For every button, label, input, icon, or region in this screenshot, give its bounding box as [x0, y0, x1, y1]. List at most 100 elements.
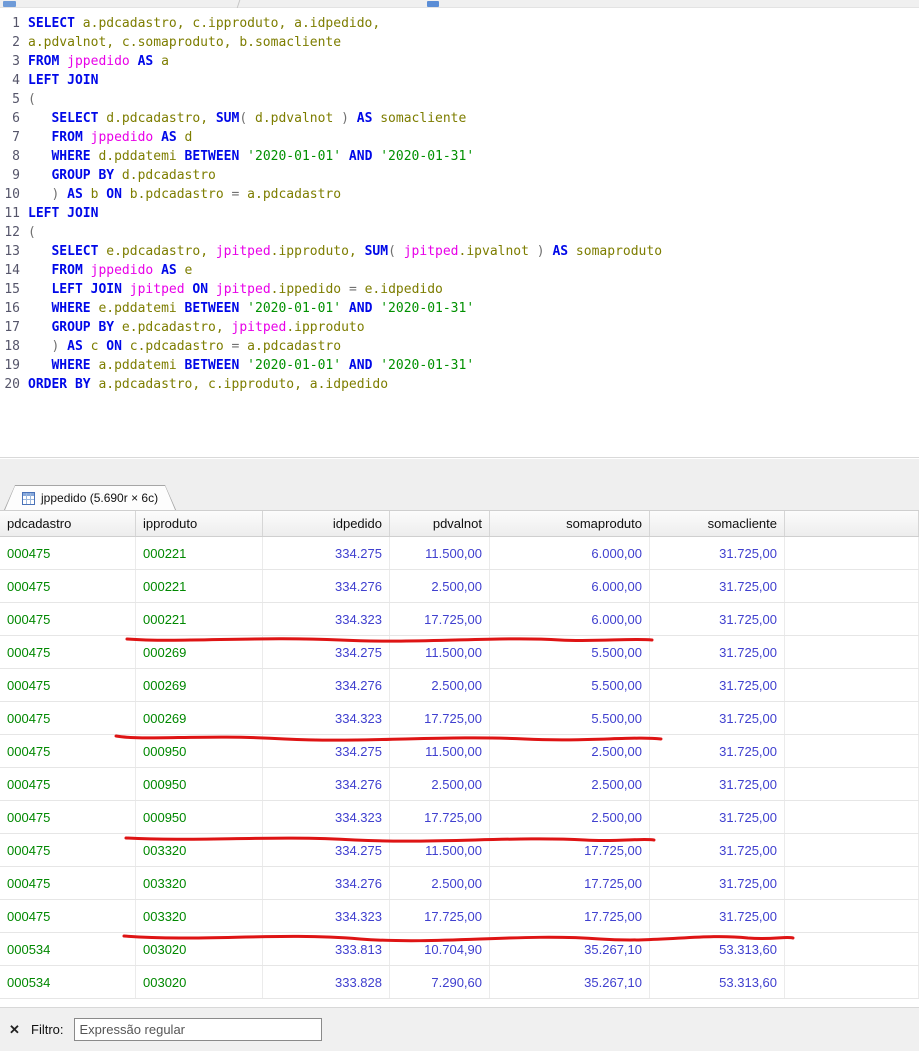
table-row[interactable]: 000475000221334.32317.725,006.000,0031.7… — [0, 603, 919, 636]
table-cell[interactable]: 31.725,00 — [650, 900, 785, 932]
table-row[interactable]: 000475000269334.32317.725,005.500,0031.7… — [0, 702, 919, 735]
table-cell[interactable]: 53.313,60 — [650, 933, 785, 965]
table-cell[interactable]: 17.725,00 — [490, 834, 650, 866]
table-cell[interactable]: 000475 — [0, 735, 136, 767]
table-cell[interactable]: 000950 — [136, 801, 263, 833]
table-row[interactable]: 000475003320334.27511.500,0017.725,0031.… — [0, 834, 919, 867]
table-cell[interactable]: 003020 — [136, 966, 263, 998]
column-header[interactable]: pdcadastro — [0, 511, 136, 536]
table-cell[interactable]: 000475 — [0, 603, 136, 635]
table-cell[interactable]: 2.500,00 — [390, 867, 490, 899]
table-cell[interactable]: 334.276 — [263, 768, 390, 800]
table-cell[interactable]: 6.000,00 — [490, 537, 650, 569]
code-line[interactable]: 15 LEFT JOIN jpitped ON jpitped.ippedido… — [0, 280, 919, 299]
column-header[interactable]: pdvalnot — [390, 511, 490, 536]
table-cell[interactable]: 17.725,00 — [490, 900, 650, 932]
table-row[interactable]: 000475000269334.2762.500,005.500,0031.72… — [0, 669, 919, 702]
table-cell[interactable]: 10.704,90 — [390, 933, 490, 965]
table-cell[interactable]: 31.725,00 — [650, 537, 785, 569]
table-cell[interactable]: 17.725,00 — [390, 603, 490, 635]
table-cell[interactable]: 31.725,00 — [650, 636, 785, 668]
table-row[interactable]: 000475000221334.2762.500,006.000,0031.72… — [0, 570, 919, 603]
table-cell[interactable]: 7.290,60 — [390, 966, 490, 998]
table-cell[interactable]: 31.725,00 — [650, 735, 785, 767]
table-cell[interactable]: 000269 — [136, 702, 263, 734]
table-cell[interactable]: 334.323 — [263, 702, 390, 734]
table-cell[interactable]: 5.500,00 — [490, 702, 650, 734]
column-header[interactable]: idpedido — [263, 511, 390, 536]
code-line[interactable]: 14 FROM jppedido AS e — [0, 261, 919, 280]
table-cell[interactable]: 000475 — [0, 570, 136, 602]
table-row[interactable]: 000475000950334.32317.725,002.500,0031.7… — [0, 801, 919, 834]
table-cell[interactable]: 31.725,00 — [650, 669, 785, 701]
table-row[interactable]: 000475000950334.27511.500,002.500,0031.7… — [0, 735, 919, 768]
table-cell[interactable]: 31.725,00 — [650, 834, 785, 866]
code-line[interactable]: 10 ) AS b ON b.pdcadastro = a.pdcadastro — [0, 185, 919, 204]
code-line[interactable]: 3FROM jppedido AS a — [0, 52, 919, 71]
table-cell[interactable]: 6.000,00 — [490, 603, 650, 635]
table-cell[interactable]: 334.276 — [263, 867, 390, 899]
table-cell[interactable]: 000475 — [0, 636, 136, 668]
code-line[interactable]: 16 WHERE e.pddatemi BETWEEN '2020-01-01'… — [0, 299, 919, 318]
table-cell[interactable]: 000950 — [136, 768, 263, 800]
sql-editor[interactable]: 1SELECT a.pdcadastro, c.ipproduto, a.idp… — [0, 8, 919, 458]
table-cell[interactable]: 31.725,00 — [650, 702, 785, 734]
table-cell[interactable]: 333.813 — [263, 933, 390, 965]
table-cell[interactable]: 000534 — [0, 966, 136, 998]
code-line[interactable]: 18 ) AS c ON c.pdcadastro = a.pdcadastro — [0, 337, 919, 356]
table-cell[interactable]: 334.275 — [263, 537, 390, 569]
table-cell[interactable]: 000475 — [0, 669, 136, 701]
table-row[interactable]: 000534003020333.8287.290,6035.267,1053.3… — [0, 966, 919, 999]
code-line[interactable]: 5( — [0, 90, 919, 109]
table-cell[interactable]: 334.275 — [263, 636, 390, 668]
table-cell[interactable]: 31.725,00 — [650, 768, 785, 800]
code-line[interactable]: 4LEFT JOIN — [0, 71, 919, 90]
filter-input[interactable] — [74, 1018, 322, 1041]
table-cell[interactable]: 17.725,00 — [390, 702, 490, 734]
code-line[interactable]: 1SELECT a.pdcadastro, c.ipproduto, a.idp… — [0, 14, 919, 33]
code-line[interactable]: 20ORDER BY a.pdcadastro, c.ipproduto, a.… — [0, 375, 919, 394]
table-cell[interactable]: 334.275 — [263, 834, 390, 866]
code-line[interactable]: 19 WHERE a.pddatemi BETWEEN '2020-01-01'… — [0, 356, 919, 375]
table-cell[interactable]: 000475 — [0, 834, 136, 866]
table-cell[interactable]: 31.725,00 — [650, 801, 785, 833]
table-cell[interactable]: 000269 — [136, 636, 263, 668]
table-cell[interactable]: 334.275 — [263, 735, 390, 767]
table-cell[interactable]: 2.500,00 — [490, 768, 650, 800]
results-tab[interactable]: jppedido (5.690r × 6c) — [4, 485, 176, 510]
table-cell[interactable]: 17.725,00 — [390, 900, 490, 932]
table-cell[interactable]: 334.323 — [263, 900, 390, 932]
table-row[interactable]: 000475003320334.2762.500,0017.725,0031.7… — [0, 867, 919, 900]
table-cell[interactable]: 2.500,00 — [390, 669, 490, 701]
code-line[interactable]: 6 SELECT d.pdcadastro, SUM( d.pdvalnot )… — [0, 109, 919, 128]
table-cell[interactable]: 334.276 — [263, 570, 390, 602]
table-cell[interactable]: 000221 — [136, 537, 263, 569]
code-line[interactable]: 17 GROUP BY e.pdcadastro, jpitped.ipprod… — [0, 318, 919, 337]
code-line[interactable]: 8 WHERE d.pddatemi BETWEEN '2020-01-01' … — [0, 147, 919, 166]
table-cell[interactable]: 17.725,00 — [490, 867, 650, 899]
table-row[interactable]: 000475003320334.32317.725,0017.725,0031.… — [0, 900, 919, 933]
table-cell[interactable]: 2.500,00 — [390, 768, 490, 800]
table-cell[interactable]: 31.725,00 — [650, 603, 785, 635]
table-cell[interactable]: 000221 — [136, 570, 263, 602]
code-line[interactable]: 9 GROUP BY d.pdcadastro — [0, 166, 919, 185]
table-row[interactable]: 000534003020333.81310.704,9035.267,1053.… — [0, 933, 919, 966]
table-cell[interactable]: 2.500,00 — [390, 570, 490, 602]
table-cell[interactable]: 333.828 — [263, 966, 390, 998]
table-cell[interactable]: 003320 — [136, 867, 263, 899]
code-line[interactable]: 11LEFT JOIN — [0, 204, 919, 223]
table-cell[interactable]: 5.500,00 — [490, 636, 650, 668]
table-cell[interactable]: 35.267,10 — [490, 966, 650, 998]
table-row[interactable]: 000475000950334.2762.500,002.500,0031.72… — [0, 768, 919, 801]
table-cell[interactable]: 2.500,00 — [490, 735, 650, 767]
code-line[interactable]: 13 SELECT e.pdcadastro, jpitped.ipprodut… — [0, 242, 919, 261]
table-cell[interactable]: 000475 — [0, 702, 136, 734]
table-cell[interactable]: 31.725,00 — [650, 867, 785, 899]
table-cell[interactable]: 53.313,60 — [650, 966, 785, 998]
table-cell[interactable]: 17.725,00 — [390, 801, 490, 833]
code-line[interactable]: 2a.pdvalnot, c.somaproduto, b.somaclient… — [0, 33, 919, 52]
column-header[interactable]: ipproduto — [136, 511, 263, 536]
column-header[interactable]: somaproduto — [490, 511, 650, 536]
table-cell[interactable]: 003020 — [136, 933, 263, 965]
table-cell[interactable]: 000534 — [0, 933, 136, 965]
